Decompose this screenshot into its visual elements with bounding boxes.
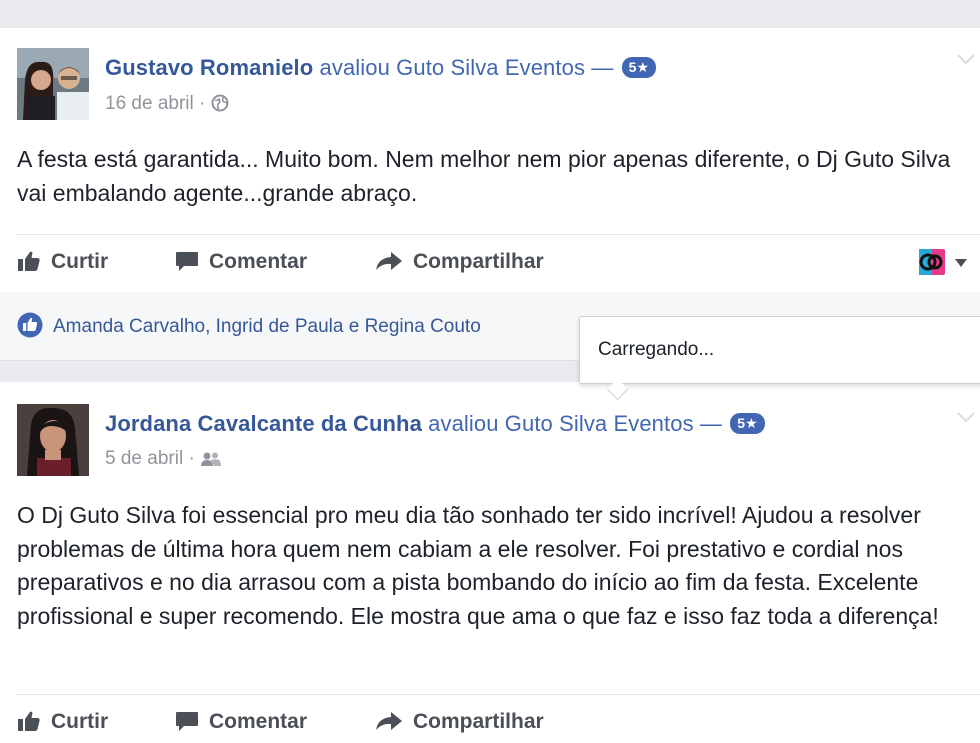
dropdown-caret-icon	[955, 259, 968, 267]
post-date[interactable]: 16 de abril	[105, 93, 194, 114]
review-verb[interactable]: avaliou Guto Silva Eventos —	[428, 411, 722, 436]
review-post-1: Gustavo Romanielo avaliou Guto Silva Eve…	[0, 28, 980, 293]
post-meta: 16 de abril ·	[105, 93, 229, 115]
like-label: Curtir	[51, 250, 109, 273]
comment-icon	[176, 712, 198, 731]
comment-button[interactable]: Comentar	[175, 250, 307, 274]
rating-badge: 5★	[730, 413, 765, 434]
friends-icon[interactable]	[200, 448, 222, 469]
post-text: O Dj Guto Silva foi essencial pro meu di…	[17, 502, 939, 629]
post-options-chevron-icon[interactable]	[956, 410, 976, 428]
post-text: A festa está garantida... Muito bom. Nem…	[17, 146, 951, 206]
comment-icon	[176, 252, 198, 271]
share-arrow-icon	[376, 252, 402, 270]
divider	[17, 694, 980, 695]
review-post-2: Jordana Cavalcante da Cunha avaliou Guto…	[0, 382, 980, 743]
post-meta: 5 de abril ·	[105, 448, 222, 470]
loading-tooltip: Carregando...	[579, 316, 980, 401]
author-name[interactable]: Gustavo Romanielo	[105, 55, 313, 80]
like-button[interactable]: Curtir	[17, 250, 108, 274]
reaction-picker[interactable]	[918, 248, 968, 281]
tooltip-text: Carregando...	[598, 339, 715, 360]
globe-icon[interactable]	[211, 93, 229, 114]
author-avatar[interactable]	[17, 48, 89, 120]
post-date[interactable]: 5 de abril	[105, 448, 183, 469]
share-label: Compartilhar	[413, 710, 544, 733]
like-button[interactable]: Curtir	[17, 710, 108, 734]
comment-label: Comentar	[209, 250, 308, 273]
like-label: Curtir	[51, 710, 109, 733]
author-avatar[interactable]	[17, 404, 89, 476]
thumbs-up-icon	[18, 711, 40, 731]
page-profile-icon	[919, 249, 945, 275]
divider	[17, 234, 980, 235]
comment-button[interactable]: Comentar	[175, 710, 307, 734]
likers-link[interactable]: Amanda Carvalho, Ingrid de Paula e Regin…	[53, 316, 481, 338]
post-header: Jordana Cavalcante da Cunha avaliou Guto…	[105, 411, 765, 437]
meta-separator: ·	[188, 448, 195, 469]
comment-label: Comentar	[209, 710, 308, 733]
share-button[interactable]: Compartilhar	[375, 710, 544, 734]
share-button[interactable]: Compartilhar	[375, 250, 544, 274]
post-options-chevron-icon[interactable]	[956, 52, 976, 70]
share-arrow-icon	[376, 712, 402, 730]
share-label: Compartilhar	[413, 250, 544, 273]
author-name[interactable]: Jordana Cavalcante da Cunha	[105, 411, 422, 436]
rating-badge: 5★	[621, 57, 657, 78]
review-verb[interactable]: avaliou Guto Silva Eventos —	[320, 55, 614, 80]
meta-separator: ·	[199, 93, 206, 114]
post-header: Gustavo Romanielo avaliou Guto Silva Eve…	[105, 55, 657, 81]
thumbs-up-icon	[18, 251, 40, 271]
like-reaction-icon	[17, 312, 43, 343]
